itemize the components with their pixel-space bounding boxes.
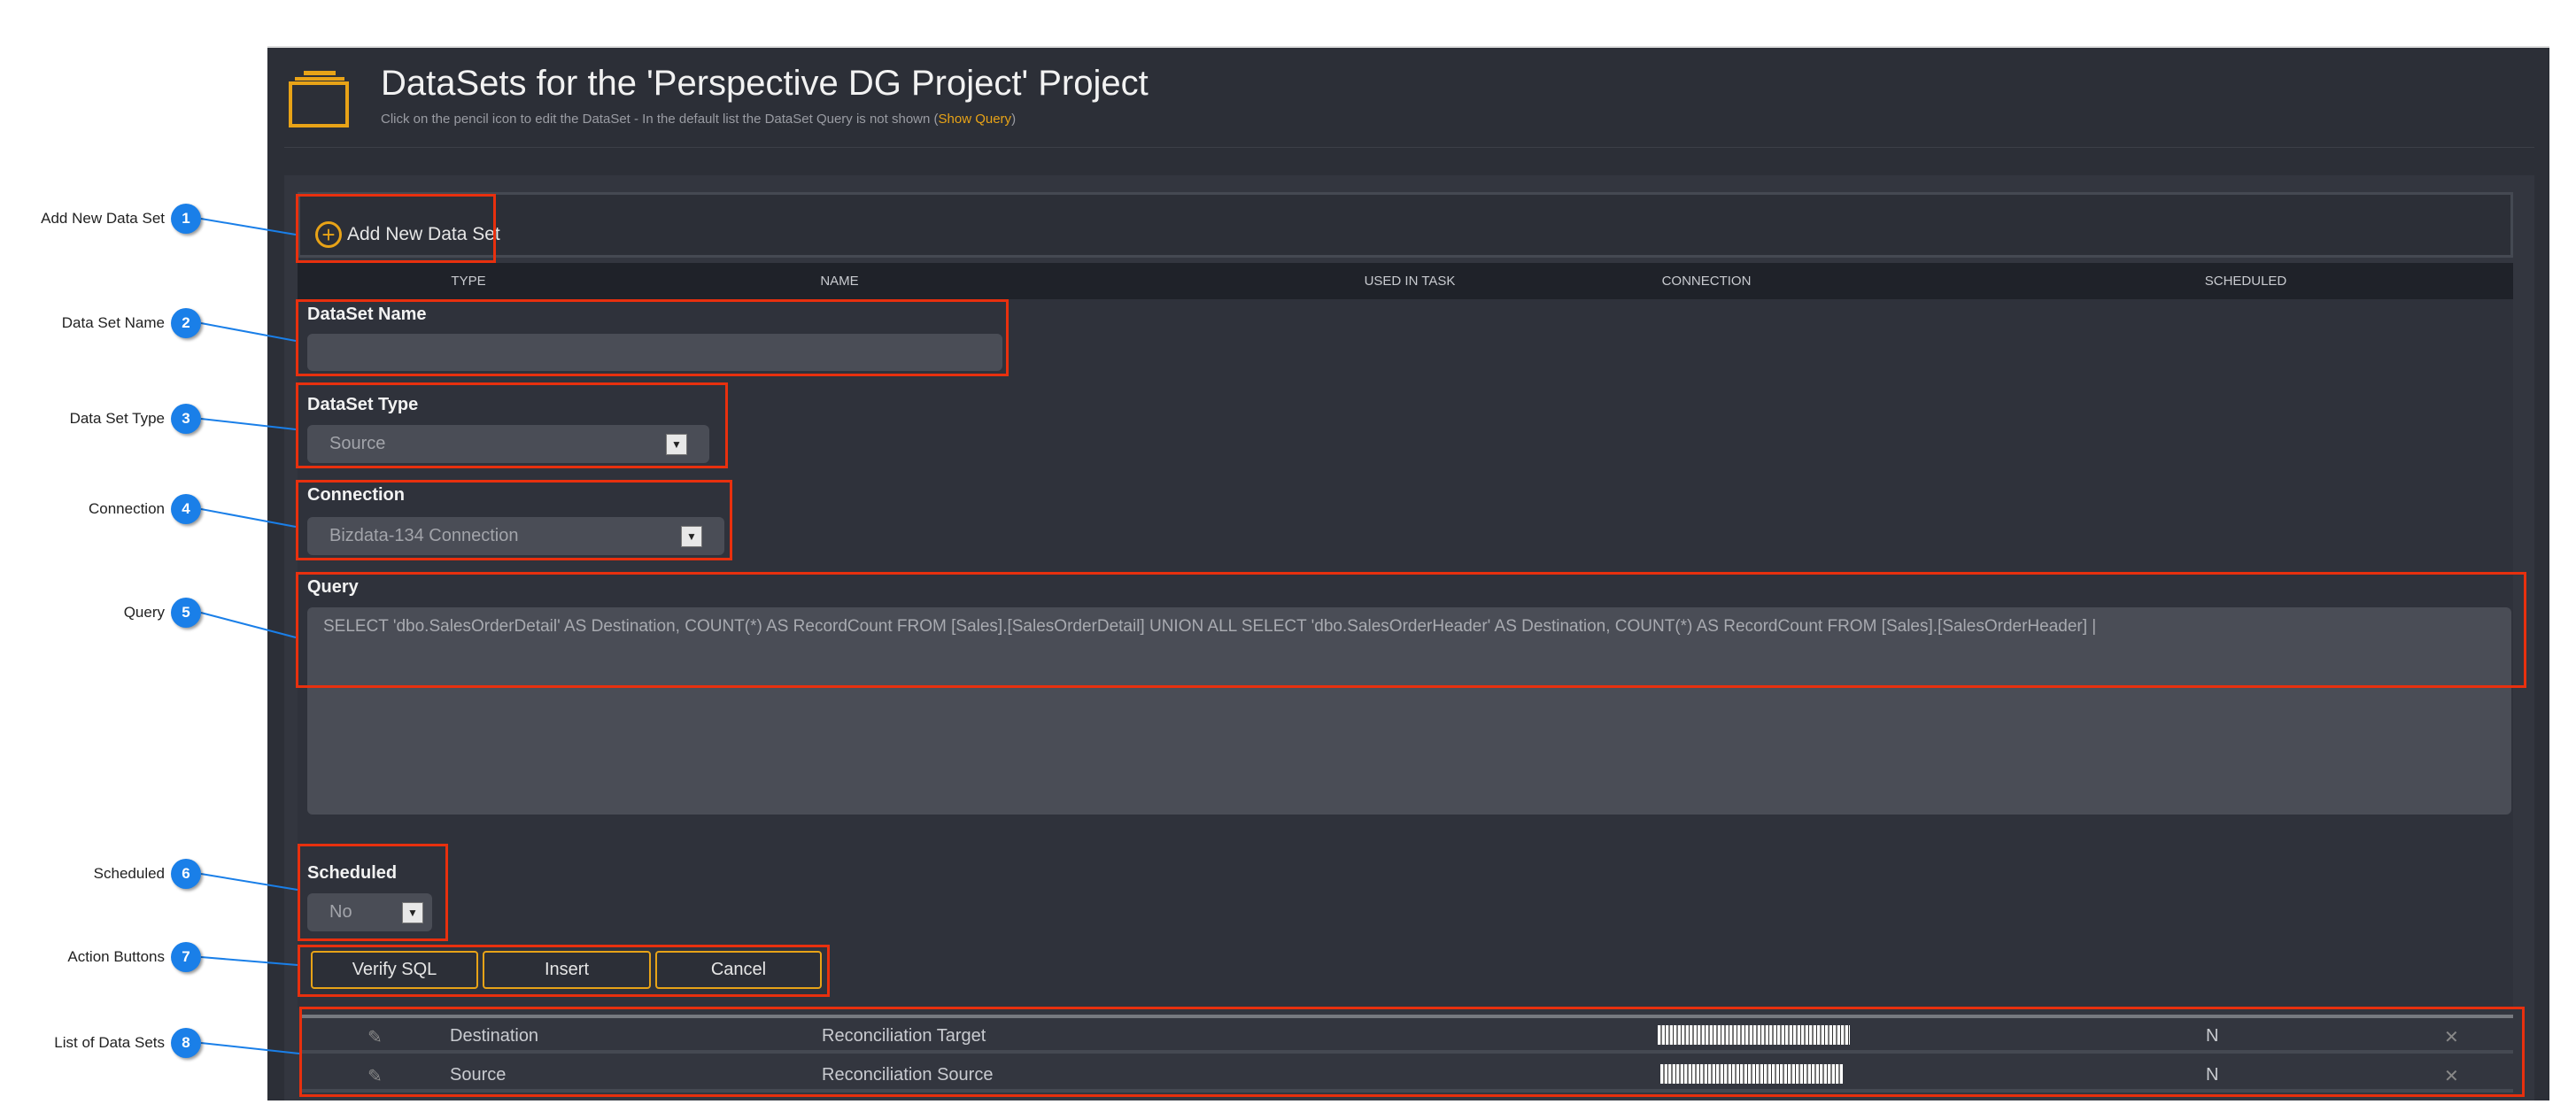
callout-badge: 8 bbox=[171, 1028, 201, 1058]
callout-badge: 4 bbox=[171, 494, 201, 524]
callout-badge: 6 bbox=[171, 859, 201, 889]
callout-badge: 1 bbox=[171, 204, 201, 234]
callout-label: Scheduled bbox=[93, 865, 165, 882]
callout-label: Data Set Type bbox=[69, 410, 165, 427]
callout-label: List of Data Sets bbox=[54, 1034, 165, 1051]
callout-lines bbox=[200, 218, 300, 1054]
callout-label: Action Buttons bbox=[67, 948, 165, 965]
callout-label: Query bbox=[123, 604, 165, 621]
callout-label: Data Set Name bbox=[61, 314, 165, 331]
callout-badge: 7 bbox=[171, 942, 201, 972]
callout-badge: 2 bbox=[171, 308, 201, 338]
callout-badge: 5 bbox=[171, 598, 201, 628]
callout-label: Add New Data Set bbox=[41, 210, 165, 227]
callout-badge: 3 bbox=[171, 404, 201, 434]
callout-label: Connection bbox=[88, 500, 165, 517]
